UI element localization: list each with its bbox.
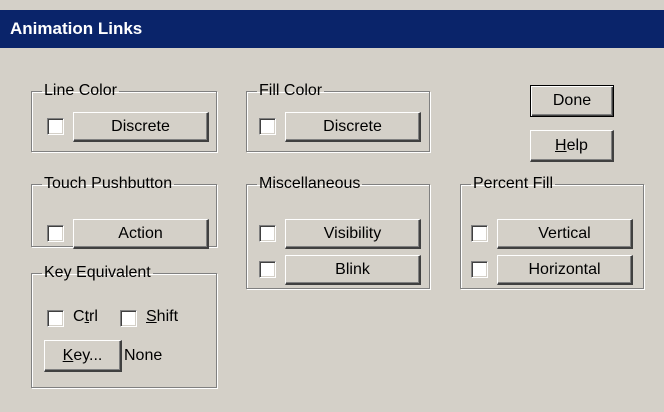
touch-pushbutton-action-button[interactable]: Action bbox=[73, 219, 209, 249]
visibility-button[interactable]: Visibility bbox=[285, 219, 421, 249]
horizontal-button[interactable]: Horizontal bbox=[497, 255, 633, 285]
visibility-checkbox[interactable] bbox=[259, 225, 276, 242]
fill-color-discrete-button[interactable]: Discrete bbox=[285, 112, 421, 142]
window-title: Animation Links bbox=[10, 19, 143, 38]
shift-checkbox[interactable] bbox=[120, 310, 137, 327]
done-button[interactable]: Done bbox=[530, 85, 614, 117]
title-bar[interactable]: Animation Links bbox=[0, 10, 664, 48]
ctrl-label[interactable]: Ctrl bbox=[73, 308, 98, 326]
touch-pushbutton-checkbox[interactable] bbox=[47, 225, 64, 242]
blink-checkbox[interactable] bbox=[259, 261, 276, 278]
line-color-legend: Line Color bbox=[44, 82, 117, 99]
percent-fill-legend: Percent Fill bbox=[473, 175, 554, 192]
key-value-text: None bbox=[124, 347, 163, 364]
animation-links-dialog: Animation Links Line Color Discrete Fill… bbox=[0, 0, 664, 412]
vertical-checkbox[interactable] bbox=[471, 225, 488, 242]
fill-color-legend: Fill Color bbox=[259, 82, 323, 99]
fill-color-checkbox[interactable] bbox=[259, 118, 276, 135]
key-button[interactable]: Key... bbox=[44, 340, 122, 372]
help-button[interactable]: Help bbox=[530, 130, 614, 162]
miscellaneous-legend: Miscellaneous bbox=[259, 175, 361, 192]
blink-button[interactable]: Blink bbox=[285, 255, 421, 285]
vertical-button[interactable]: Vertical bbox=[497, 219, 633, 249]
touch-pushbutton-legend: Touch Pushbutton bbox=[44, 175, 173, 192]
horizontal-checkbox[interactable] bbox=[471, 261, 488, 278]
line-color-checkbox[interactable] bbox=[47, 118, 64, 135]
dialog-body: Line Color Discrete Fill Color Discrete … bbox=[6, 48, 664, 412]
ctrl-checkbox[interactable] bbox=[47, 310, 64, 327]
line-color-discrete-button[interactable]: Discrete bbox=[73, 112, 209, 142]
shift-label[interactable]: Shift bbox=[146, 308, 178, 326]
key-equivalent-legend: Key Equivalent bbox=[44, 264, 151, 281]
